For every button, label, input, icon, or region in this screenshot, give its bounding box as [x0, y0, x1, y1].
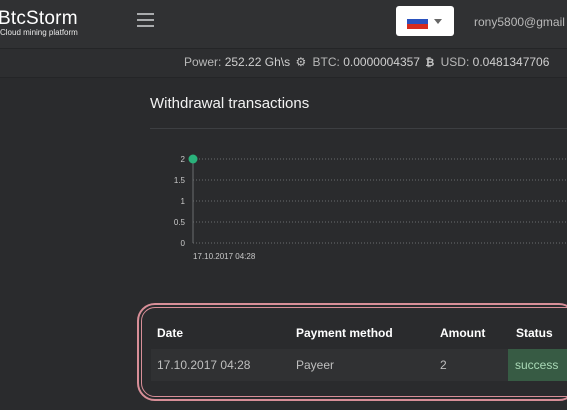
usd-value: 0.0481347706	[472, 55, 550, 69]
mining-stats: Power: 252.22 Gh\s ⚙ BTC: 0.0000004357 ₿…	[184, 55, 549, 69]
withdrawals-line-chart: 2 1.5 1 0.5 0 17.10.2017 04:28	[174, 154, 567, 261]
russia-flag-icon	[407, 14, 428, 29]
gears-icon: ⚙	[295, 55, 307, 69]
power-value: 252.22 Gh\s	[224, 55, 291, 69]
user-email-link[interactable]: rony5800@gmail	[474, 15, 565, 29]
cell-date: 17.10.2017 04:28	[157, 358, 251, 372]
btc-label: BTC:	[312, 55, 340, 69]
page-title: Withdrawal transactions	[150, 95, 310, 112]
cell-amount: 2	[440, 358, 447, 372]
column-header-amount[interactable]: Amount	[440, 326, 485, 340]
chart-y-tick-label: 1	[181, 197, 186, 206]
btc-value: 0.0000004357	[343, 55, 420, 69]
stats-bar: Power: 252.22 Gh\s ⚙ BTC: 0.0000004357 ₿…	[0, 49, 567, 78]
logo-tagline: Cloud mining platform	[0, 28, 78, 37]
bitcoin-icon: ₿	[425, 57, 435, 69]
cell-payment-method: Payeer	[296, 358, 335, 372]
logo-name[interactable]: BtcStorm	[0, 8, 78, 30]
language-dropdown-button[interactable]	[396, 6, 454, 36]
menu-toggle-icon[interactable]	[137, 13, 154, 27]
status-text: success	[515, 358, 559, 372]
title-divider	[150, 128, 567, 129]
chevron-down-icon	[434, 19, 442, 24]
status-badge: success	[508, 349, 567, 381]
chart-y-tick-label: 0	[181, 239, 186, 248]
column-header-date[interactable]: Date	[157, 326, 183, 340]
chart-data-point	[188, 154, 198, 164]
chart-y-tick-label: 0.5	[174, 218, 186, 227]
top-navbar: BtcStorm Cloud mining platform rony5800@…	[0, 0, 567, 49]
column-header-status[interactable]: Status	[516, 326, 553, 340]
chart-y-tick-label: 1.5	[174, 176, 186, 185]
usd-label: USD:	[440, 55, 470, 69]
chart-y-tick-label: 2	[181, 155, 186, 164]
power-label: Power:	[184, 55, 222, 69]
chart-x-tick-label: 17.10.2017 04:28	[193, 252, 256, 261]
column-header-payment-method[interactable]: Payment method	[296, 326, 393, 340]
